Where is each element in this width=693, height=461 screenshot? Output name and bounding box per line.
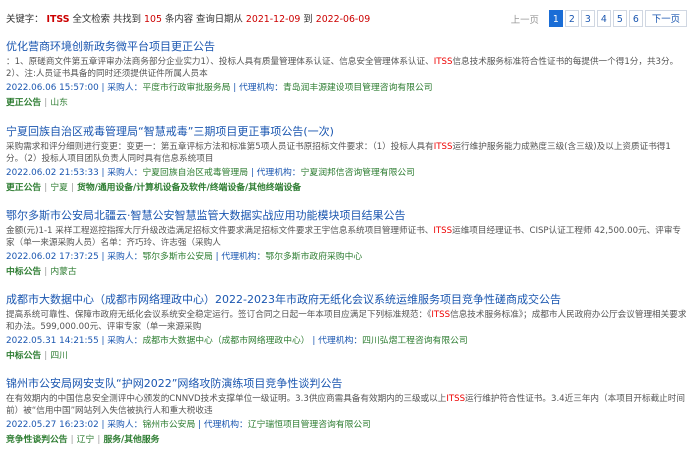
agent-label: 代理机构： — [256, 168, 301, 178]
result-title-link[interactable]: 锦州市公安局网安支队“护网2022”网络攻防演练项目竞争性谈判公告 — [6, 377, 687, 390]
buyer-label: 采购人： — [107, 83, 143, 93]
page-5-button[interactable]: 5 — [612, 10, 627, 27]
buyer-link[interactable]: 成都市大数据中心（成都市网络理政中心） — [142, 336, 309, 346]
result-item: 鄂尔多斯市公安局北疆云·智慧公安智慧监管大数据实战应用功能模块项目结果公告 金额… — [6, 209, 687, 278]
keyword-value: ITSS — [46, 14, 70, 25]
result-item: 优化营商环境创新政务微平台项目更正公告 ：1、原磋商文件第五章评审办法商务部分企… — [6, 40, 687, 109]
category-tag[interactable]: 服务/其他服务 — [103, 435, 159, 445]
buyer-label: 采购人： — [107, 420, 143, 430]
agent-link[interactable]: 四川弘熠工程咨询有限公司 — [362, 336, 468, 346]
result-snippet: ：1、原磋商文件第五章评审办法商务部分企业实力1）、投标人具有质量管理体系认证、… — [6, 57, 679, 79]
agent-label: 代理机构： — [318, 336, 363, 346]
publish-date: 2022.06.06 15:57:00 — [6, 83, 99, 93]
result-tags: 中标公告 | 内蒙古 — [6, 267, 77, 277]
result-meta: 2022.06.02 21:53:33 | 采购人：宁夏回族自治区戒毒管理局 |… — [6, 168, 415, 178]
page-2-button[interactable]: 2 — [564, 10, 579, 27]
date-from: 2021-12-09 — [245, 14, 301, 25]
pagination: 上一页 1 2 3 4 5 6 下一页 — [511, 10, 687, 27]
search-summary: 关键字： ITSS 全文检索 共找到 105 条内容 查询日期从 2021-12… — [6, 11, 370, 25]
result-meta: 2022.05.31 14:21:55 | 采购人：成都市大数据中心（成都市网络… — [6, 336, 468, 346]
agent-link[interactable]: 鄂尔多斯市政府采购中心 — [265, 252, 362, 262]
publish-date: 2022.06.02 17:37:25 — [6, 252, 99, 262]
page-1-button[interactable]: 1 — [548, 10, 563, 27]
category-tag[interactable]: 货物/通用设备/计算机设备及软件/终端设备/其他终端设备 — [77, 183, 301, 193]
buyer-label: 采购人： — [107, 168, 143, 178]
agent-link[interactable]: 宁夏润邦信咨询管理有限公司 — [301, 168, 415, 178]
agent-link[interactable]: 青岛润丰源建设项目管理咨询有限公司 — [283, 83, 433, 93]
buyer-link[interactable]: 平度市行政审批服务局 — [142, 83, 230, 93]
prev-page-button[interactable]: 上一页 — [511, 12, 539, 26]
publish-date: 2022.06.02 21:53:33 — [6, 168, 99, 178]
publish-date: 2022.05.27 16:23:02 — [6, 420, 99, 430]
notice-type-tag[interactable]: 中标公告 — [6, 351, 41, 361]
result-tags: 更正公告 | 宁夏 | 货物/通用设备/计算机设备及软件/终端设备/其他终端设备 — [6, 183, 302, 193]
result-item: 成都市大数据中心（成都市网络理政中心）2022-2023年市政府无纸化会议系统运… — [6, 293, 687, 362]
next-page-button[interactable]: 下一页 — [644, 10, 687, 27]
result-meta: 2022.05.27 16:23:02 | 采购人：锦州市公安局 | 代理机构：… — [6, 420, 371, 430]
page-3-button[interactable]: 3 — [580, 10, 595, 27]
result-item: 宁夏回族自治区戒毒管理局“智慧戒毒”三期项目更正事项公告(一次) 采购需求和评分… — [6, 125, 687, 194]
region-tag[interactable]: 四川 — [50, 351, 68, 361]
buyer-link[interactable]: 锦州市公安局 — [142, 420, 195, 430]
notice-type-tag[interactable]: 更正公告 — [6, 183, 41, 193]
agent-label: 代理机构： — [203, 420, 248, 430]
region-tag[interactable]: 辽宁 — [77, 435, 95, 445]
buyer-link[interactable]: 宁夏回族自治区戒毒管理局 — [142, 168, 248, 178]
notice-type-tag[interactable]: 中标公告 — [6, 267, 41, 277]
buyer-label: 采购人： — [107, 336, 143, 346]
result-snippet: 在有效期内的中国信息安全测评中心颁发的CNNVD技术支撑单位一级证明。3.3供应… — [6, 394, 685, 416]
result-snippet: 采购需求和评分细则进行变更：变更一：第五章评标方法和标准第5项人员证书原招标文件… — [6, 142, 671, 164]
buyer-label: 采购人： — [107, 252, 143, 262]
result-tags: 更正公告 | 山东 — [6, 98, 68, 108]
result-tags: 中标公告 | 四川 — [6, 351, 68, 361]
result-snippet: 金额(元)1-1 采样工程巡控指挥大厅升级改造满足招标文件要求满足招标文件要求王… — [6, 226, 682, 248]
publish-date: 2022.05.31 14:21:55 — [6, 336, 99, 346]
result-title-link[interactable]: 鄂尔多斯市公安局北疆云·智慧公安智慧监管大数据实战应用功能模块项目结果公告 — [6, 209, 687, 222]
region-tag[interactable]: 内蒙古 — [50, 267, 76, 277]
buyer-link[interactable]: 鄂尔多斯市公安局 — [142, 252, 212, 262]
search-summary-bar: 关键字： ITSS 全文检索 共找到 105 条内容 查询日期从 2021-12… — [0, 0, 693, 34]
result-title-link[interactable]: 宁夏回族自治区戒毒管理局“智慧戒毒”三期项目更正事项公告(一次) — [6, 125, 687, 138]
date-to: 2022-06-09 — [315, 14, 371, 25]
region-tag[interactable]: 山东 — [50, 98, 68, 108]
agent-link[interactable]: 辽宁瑞恒项目管理咨询有限公司 — [248, 420, 371, 430]
notice-type-tag[interactable]: 更正公告 — [6, 98, 41, 108]
agent-label: 代理机构： — [221, 252, 266, 262]
result-snippet: 提高系统可靠性、保障市政府无纸化会议系统安全稳定运行。签订合同之日起一年本项目应… — [6, 310, 687, 332]
result-title-link[interactable]: 成都市大数据中心（成都市网络理政中心）2022-2023年市政府无纸化会议系统运… — [6, 293, 687, 306]
result-title-link[interactable]: 优化营商环境创新政务微平台项目更正公告 — [6, 40, 687, 53]
keyword-label: 关键字： — [6, 14, 44, 25]
page-6-button[interactable]: 6 — [628, 10, 643, 27]
agent-label: 代理机构： — [239, 83, 283, 93]
summary-text: 全文检索 共找到 — [72, 14, 142, 25]
result-meta: 2022.06.06 15:57:00 | 采购人：平度市行政审批服务局 | 代… — [6, 83, 433, 93]
result-tags: 竞争性谈判公告 | 辽宁 | 服务/其他服务 — [6, 435, 160, 445]
result-count: 105 — [144, 14, 162, 25]
notice-type-tag[interactable]: 竞争性谈判公告 — [6, 435, 68, 445]
result-meta: 2022.06.02 17:37:25 | 采购人：鄂尔多斯市公安局 | 代理机… — [6, 252, 363, 262]
date-to-label: 到 — [303, 14, 313, 25]
summary-text-2: 条内容 查询日期从 — [164, 14, 243, 25]
page-4-button[interactable]: 4 — [596, 10, 611, 27]
result-item: 锦州市公安局网安支队“护网2022”网络攻防演练项目竞争性谈判公告 在有效期内的… — [6, 377, 687, 446]
region-tag[interactable]: 宁夏 — [50, 183, 68, 193]
